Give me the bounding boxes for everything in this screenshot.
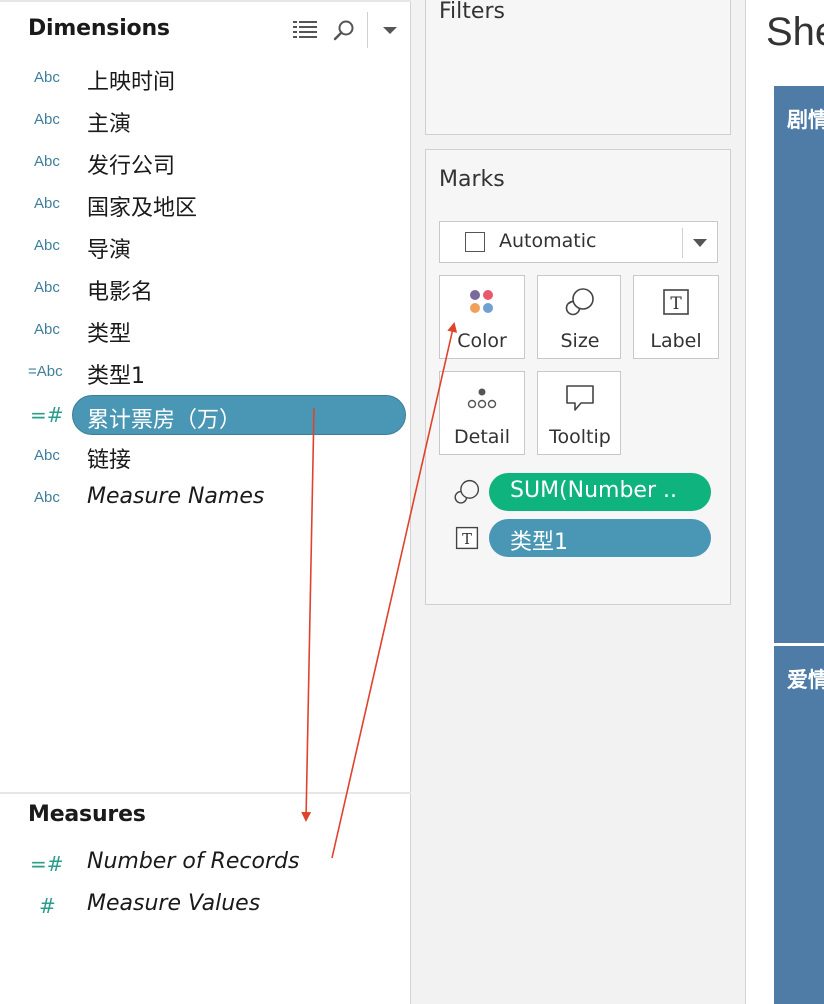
- field-name: Measure Names: [87, 484, 265, 509]
- field-name: 累计票房（万）: [87, 408, 242, 433]
- treemap-cell[interactable]: 剧情: [774, 86, 824, 643]
- dimension-item[interactable]: Abc Measure Names: [0, 481, 411, 517]
- dimension-item[interactable]: Abc 主演: [0, 103, 411, 139]
- data-pane: Dimensions Abc 上映时间 Abc 主演 Abc 发行公司 Abc …: [0, 0, 411, 1004]
- color-icon: [440, 286, 524, 318]
- marks-card: Marks Automatic Color Size T Label Detai…: [425, 149, 731, 605]
- field-name: 类型1: [87, 364, 145, 389]
- detail-button[interactable]: Detail: [439, 371, 525, 455]
- field-name: Measure Values: [87, 891, 261, 916]
- sheet-title: She: [766, 10, 824, 54]
- string-type-icon: Abc: [34, 153, 60, 170]
- dimension-item[interactable]: Abc 电影名: [0, 271, 411, 307]
- dimension-item[interactable]: Abc 发行公司: [0, 145, 411, 181]
- svg-text:T: T: [670, 294, 682, 314]
- field-name: 发行公司: [87, 154, 176, 179]
- field-name: 链接: [87, 448, 132, 473]
- label-button[interactable]: T Label: [633, 275, 719, 359]
- dimension-item[interactable]: Abc 链接: [0, 439, 411, 475]
- string-type-icon: Abc: [34, 111, 60, 128]
- color-button[interactable]: Color: [439, 275, 525, 359]
- measures-divider: [0, 792, 411, 794]
- field-name: Number of Records: [87, 849, 300, 874]
- field-name: 电影名: [87, 280, 154, 305]
- mark-type-label: Automatic: [499, 230, 597, 252]
- string-type-icon: Abc: [34, 489, 60, 506]
- number-type-icon: #: [39, 894, 56, 918]
- dimension-item[interactable]: Abc 国家及地区: [0, 187, 411, 223]
- field-name: 上映时间: [87, 70, 176, 95]
- calculated-number-type-icon: =#: [30, 403, 64, 427]
- treemap-cell-label: 剧情: [787, 108, 824, 132]
- string-type-icon: Abc: [34, 321, 60, 338]
- size-icon: [538, 286, 622, 318]
- square-mark-icon: [465, 232, 485, 252]
- toolbar-separator: [367, 12, 368, 48]
- label-button-label: Label: [650, 330, 702, 352]
- string-type-icon: Abc: [34, 447, 60, 464]
- dimension-item[interactable]: Abc 上映时间: [0, 61, 411, 97]
- pill-label: SUM(Number ..: [510, 478, 677, 503]
- measure-item[interactable]: # Measure Values: [0, 888, 411, 924]
- label-field-pill[interactable]: 类型1: [489, 519, 711, 557]
- shelves-column: Filters Marks Automatic Color Size T Lab…: [411, 0, 746, 1004]
- dimension-item[interactable]: Abc 类型: [0, 313, 411, 349]
- dimension-item[interactable]: Abc 导演: [0, 229, 411, 265]
- filters-shelf[interactable]: Filters: [425, 0, 731, 135]
- dimension-item[interactable]: =Abc 类型1: [0, 355, 411, 391]
- detail-icon: [440, 382, 524, 414]
- chevron-down-icon: [693, 239, 707, 247]
- string-type-icon: Abc: [34, 237, 60, 254]
- size-button-label: Size: [560, 330, 600, 352]
- string-type-icon: Abc: [34, 69, 60, 86]
- dropdown-menu-icon[interactable]: [376, 16, 404, 44]
- measures-title: Measures: [28, 802, 146, 827]
- marks-title: Marks: [439, 167, 505, 192]
- calculated-string-type-icon: =Abc: [28, 363, 63, 380]
- treemap-cell-label: 爱情: [787, 668, 824, 692]
- filters-title: Filters: [439, 0, 505, 24]
- size-icon: [453, 478, 481, 506]
- tooltip-button[interactable]: Tooltip: [537, 371, 621, 455]
- text-label-icon: T: [453, 524, 481, 552]
- dragged-field-pill[interactable]: 累计票房（万）: [72, 395, 406, 435]
- top-divider: [0, 0, 411, 2]
- field-name: 类型: [87, 322, 132, 347]
- view-list-icon[interactable]: [291, 16, 319, 44]
- size-button[interactable]: Size: [537, 275, 621, 359]
- dimensions-title: Dimensions: [28, 16, 170, 41]
- mark-type-dropdown[interactable]: Automatic: [439, 221, 718, 263]
- dropdown-separator: [682, 228, 683, 258]
- calculated-number-type-icon: =#: [30, 852, 64, 876]
- pill-label: 类型1: [510, 530, 568, 555]
- field-name: 国家及地区: [87, 196, 198, 221]
- sheet-view: She 剧情 爱情: [746, 0, 824, 1004]
- detail-button-label: Detail: [454, 426, 510, 448]
- text-label-icon: T: [634, 286, 718, 318]
- svg-text:T: T: [462, 531, 472, 548]
- tooltip-icon: [538, 382, 622, 414]
- treemap-cell[interactable]: 爱情: [774, 646, 824, 1004]
- search-icon[interactable]: [330, 16, 358, 44]
- color-button-label: Color: [457, 330, 507, 352]
- field-name: 导演: [87, 238, 132, 263]
- string-type-icon: Abc: [34, 195, 60, 212]
- field-name: 主演: [87, 112, 132, 137]
- string-type-icon: Abc: [34, 279, 60, 296]
- measure-item[interactable]: =# Number of Records: [0, 846, 411, 882]
- tooltip-button-label: Tooltip: [549, 426, 611, 448]
- size-field-pill[interactable]: SUM(Number ..: [489, 473, 711, 511]
